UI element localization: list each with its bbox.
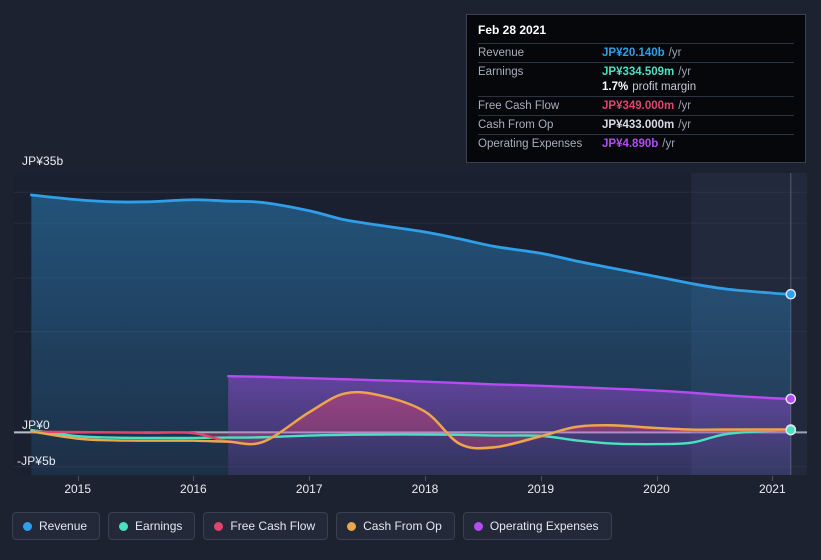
legend-item-label: Earnings (135, 519, 183, 533)
tooltip-row: Operating Expenses JP¥4.890b/yr (478, 134, 794, 153)
tooltip-row-unit: /yr (678, 119, 692, 131)
tooltip-row-unit: profit margin (632, 81, 697, 93)
tooltip-row: Free Cash Flow JP¥349.000m/yr (478, 96, 794, 115)
tooltip-row-unit: /yr (662, 138, 676, 150)
tooltip-row-value: JP¥433.000m (602, 119, 675, 131)
x-axis-tick-label: 2019 (527, 482, 555, 496)
x-axis-tick-label: 2015 (64, 482, 92, 496)
x-axis-tickmark (193, 476, 195, 481)
tooltip-row-unit: /yr (678, 100, 692, 112)
tooltip-date: Feb 28 2021 (478, 23, 547, 37)
tooltip-row-label: Earnings (478, 66, 524, 78)
tooltip-subrow: 1.7% profit margin (478, 81, 794, 96)
legend-item-revenue[interactable]: Revenue (12, 512, 101, 540)
legend-item-label: Free Cash Flow (230, 519, 316, 533)
x-axis-tickmark (772, 476, 774, 481)
x-axis-tick-label: 2017 (295, 482, 323, 496)
tooltip-row-label: Cash From Op (478, 119, 554, 131)
legend-item-operating-expenses[interactable]: Operating Expenses (462, 512, 612, 540)
series-dot-icon (473, 521, 483, 531)
tooltip-row: Revenue JP¥20.140b/yr (478, 43, 794, 62)
x-axis-tick-label: 2020 (643, 482, 670, 496)
x-axis-tickmark (77, 476, 79, 481)
x-axis-tickmark (656, 476, 658, 481)
x-axis: 2015 2016 2017 2018 2019 2020 2021 (14, 476, 807, 498)
tooltip-row-label: Operating Expenses (478, 138, 583, 150)
legend-item-label: Cash From Op (363, 519, 442, 533)
tooltip-row-value: JP¥20.140b (602, 47, 665, 59)
tooltip-row-value: JP¥334.509m (602, 66, 675, 78)
legend-item-free-cash-flow[interactable]: Free Cash Flow (203, 512, 329, 540)
data-tooltip: Feb 28 2021 Revenue JP¥20.140b/yr Earnings… (466, 14, 806, 163)
x-axis-tickmark (540, 476, 542, 481)
y-axis-label-top: JP¥35b (22, 154, 64, 168)
tooltip-row-unit: /yr (678, 66, 692, 78)
chart-legend: Revenue Earnings Free Cash Flow Cash From O… (12, 512, 612, 540)
tooltip-row-label: Revenue (478, 47, 525, 59)
series-dot-icon (214, 521, 224, 531)
tooltip-rows: Revenue JP¥20.140b/yr Earnings JP¥334.509m /… (478, 43, 794, 153)
legend-item-cash-from-op[interactable]: Cash From Op (336, 512, 455, 540)
tooltip-row-value: 1.7% (602, 81, 629, 93)
tooltip-row: Cash From Op JP¥433.000m/yr (478, 115, 794, 134)
tooltip-row: Earnings JP¥334.509m/yr (478, 62, 794, 81)
tooltip-row-value: JP¥349.000m (602, 100, 675, 112)
stock-financials-chart: JP¥35b JP¥0 -JP¥5b 2015 2016 2017 2018 2019 2… (0, 0, 821, 560)
legend-item-earnings[interactable]: Earnings (108, 512, 196, 540)
x-axis-tick-label: 2016 (180, 482, 207, 496)
series-dot-icon (347, 521, 357, 531)
tooltip-row-label: Free Cash Flow (478, 100, 560, 112)
y-axis-label-zero: JP¥0 (22, 418, 50, 432)
legend-item-label: Revenue (39, 519, 88, 533)
tooltip-row-unit: /yr (668, 47, 682, 59)
x-axis-tickmark (425, 476, 426, 481)
y-axis-label-negative: -JP¥5b (17, 454, 56, 468)
chart-plot-area[interactable] (14, 173, 807, 475)
x-axis-tickmark (309, 476, 311, 481)
series-dot-icon (119, 521, 129, 531)
series-dot-icon (23, 521, 32, 531)
chart-svg (14, 173, 807, 475)
tooltip-row-value: JP¥4.890b (602, 138, 659, 150)
x-axis-tick-label: 2018 (411, 482, 439, 496)
legend-item-label: Operating Expenses (489, 519, 599, 533)
x-axis-tick-label: 2021 (758, 482, 786, 496)
